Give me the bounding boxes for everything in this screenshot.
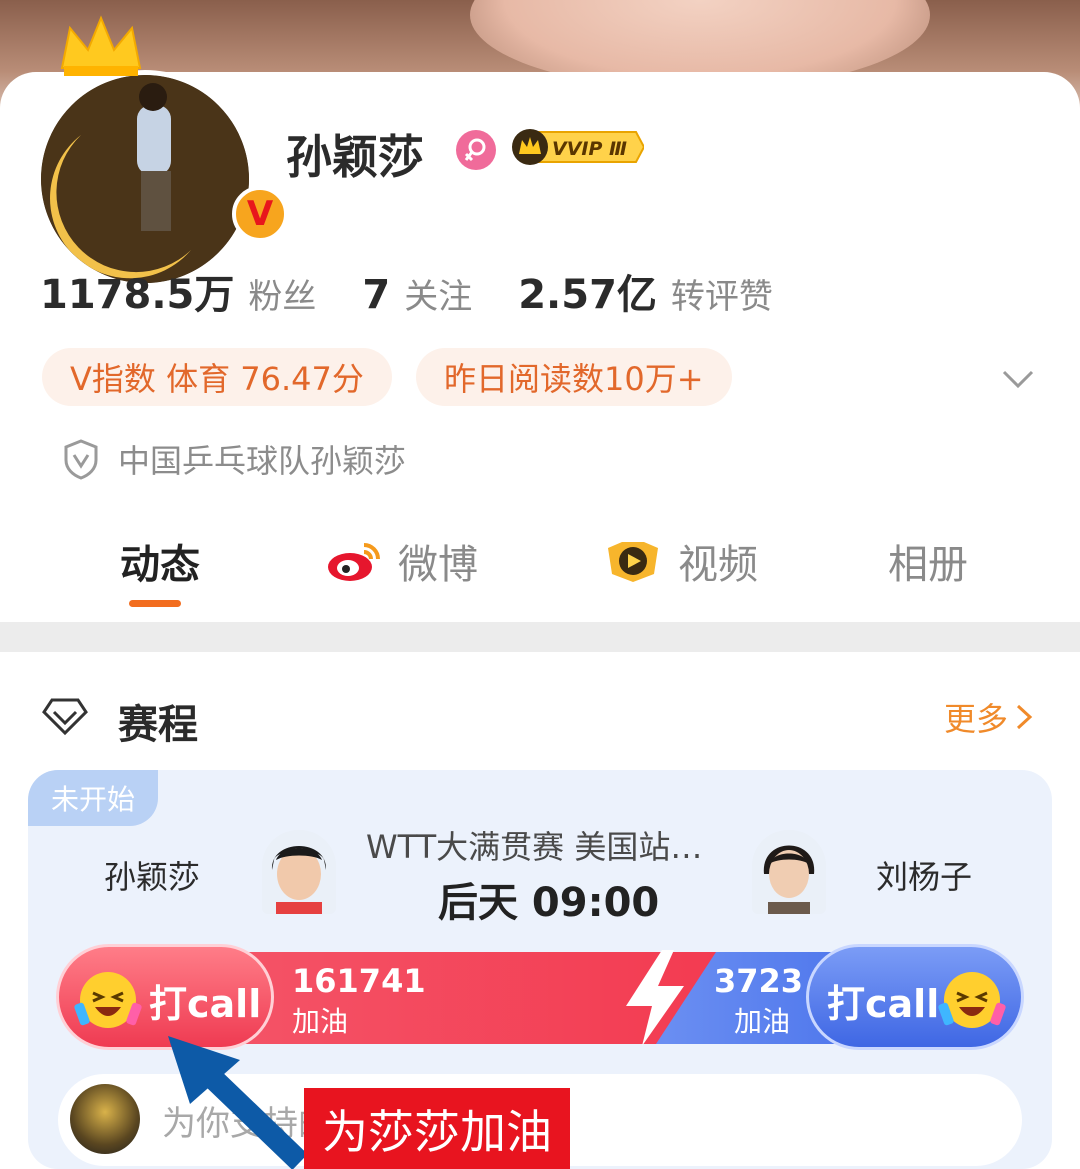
tab-weibo[interactable]: 微博 [326,532,478,590]
tab-feed-label: 动态 [120,542,200,588]
shield-icon [64,439,98,480]
more-label: 更多 [944,700,1009,738]
vvip-text: VVIP Ⅲ [552,138,627,160]
player-left-name[interactable]: 孙颖莎 [104,852,200,898]
player-right-avatar[interactable] [752,830,826,914]
cheer-emoji-icon [74,972,142,1028]
match-event: WTT大满贯赛 美国站… [366,828,703,866]
more-link[interactable]: 更多 [944,694,1034,740]
right-cheer-count: 3723 [714,962,804,1000]
avatar-container[interactable]: V [36,10,288,288]
tab-video-label: 视频 [678,542,758,588]
annotation-caption: 为莎莎加油 [304,1088,570,1169]
tab-album[interactable]: 相册 [888,532,968,590]
followers-label[interactable]: 粉丝 [248,269,316,318]
tab-album-label: 相册 [888,542,968,588]
call-right-button[interactable]: 打call [806,944,1024,1050]
following-count[interactable]: 7 [362,272,390,318]
tab-feed[interactable]: 动态 [120,532,200,590]
stats-row: 1178.5万 粉丝 7 关注 2.57亿 转评赞 [40,262,819,320]
left-cheer-count: 161741 [292,962,426,1000]
interactions-count: 2.57亿 [518,272,657,318]
chevron-down-icon[interactable] [998,358,1038,398]
active-tab-indicator [129,600,181,607]
match-status-badge: 未开始 [28,770,158,826]
v-index-tag[interactable]: V指数 体育 76.47分 [42,348,392,406]
call-left-label: 打call [149,982,262,1026]
diamond-icon [42,698,88,736]
certification-text: 中国乒乓球队孙颖莎 [118,442,407,480]
right-cheer-label: 加油 [734,1005,791,1038]
tab-weibo-label: 微博 [398,542,478,588]
schedule-title: 赛程 [118,702,198,748]
section-divider [0,622,1080,652]
player-left-avatar[interactable] [262,830,336,914]
certification-row: 中国乒乓球队孙颖莎 [62,436,406,482]
call-right-label: 打call [827,982,940,1026]
interactions-label: 转评赞 [670,277,773,317]
cheer-emoji-icon [938,972,1006,1028]
vvip-badge[interactable]: VVIP Ⅲ [510,128,646,166]
weibo-icon [328,543,380,581]
tab-video[interactable]: 视频 [604,532,758,590]
followers-count[interactable]: 1178.5万 [40,262,234,320]
annotation-arrow-icon [168,1036,308,1169]
match-time: 后天 09:00 [438,880,660,926]
player-right-name[interactable]: 刘杨子 [876,852,972,898]
profile-tabs: 动态 微博 视频 相册 [0,532,1080,592]
following-label[interactable]: 关注 [404,269,472,318]
lightning-icon [626,950,684,1046]
female-icon [456,130,496,170]
chevron-right-icon [1017,704,1033,730]
verified-v-badge: V [232,186,288,242]
avatar[interactable] [36,70,254,288]
crown-icon [60,15,142,76]
user-avatar [70,1084,140,1154]
reads-tag[interactable]: 昨日阅读数10万+ [416,348,732,406]
profile-name: 孙颖莎 [286,130,424,184]
video-icon [608,542,658,582]
